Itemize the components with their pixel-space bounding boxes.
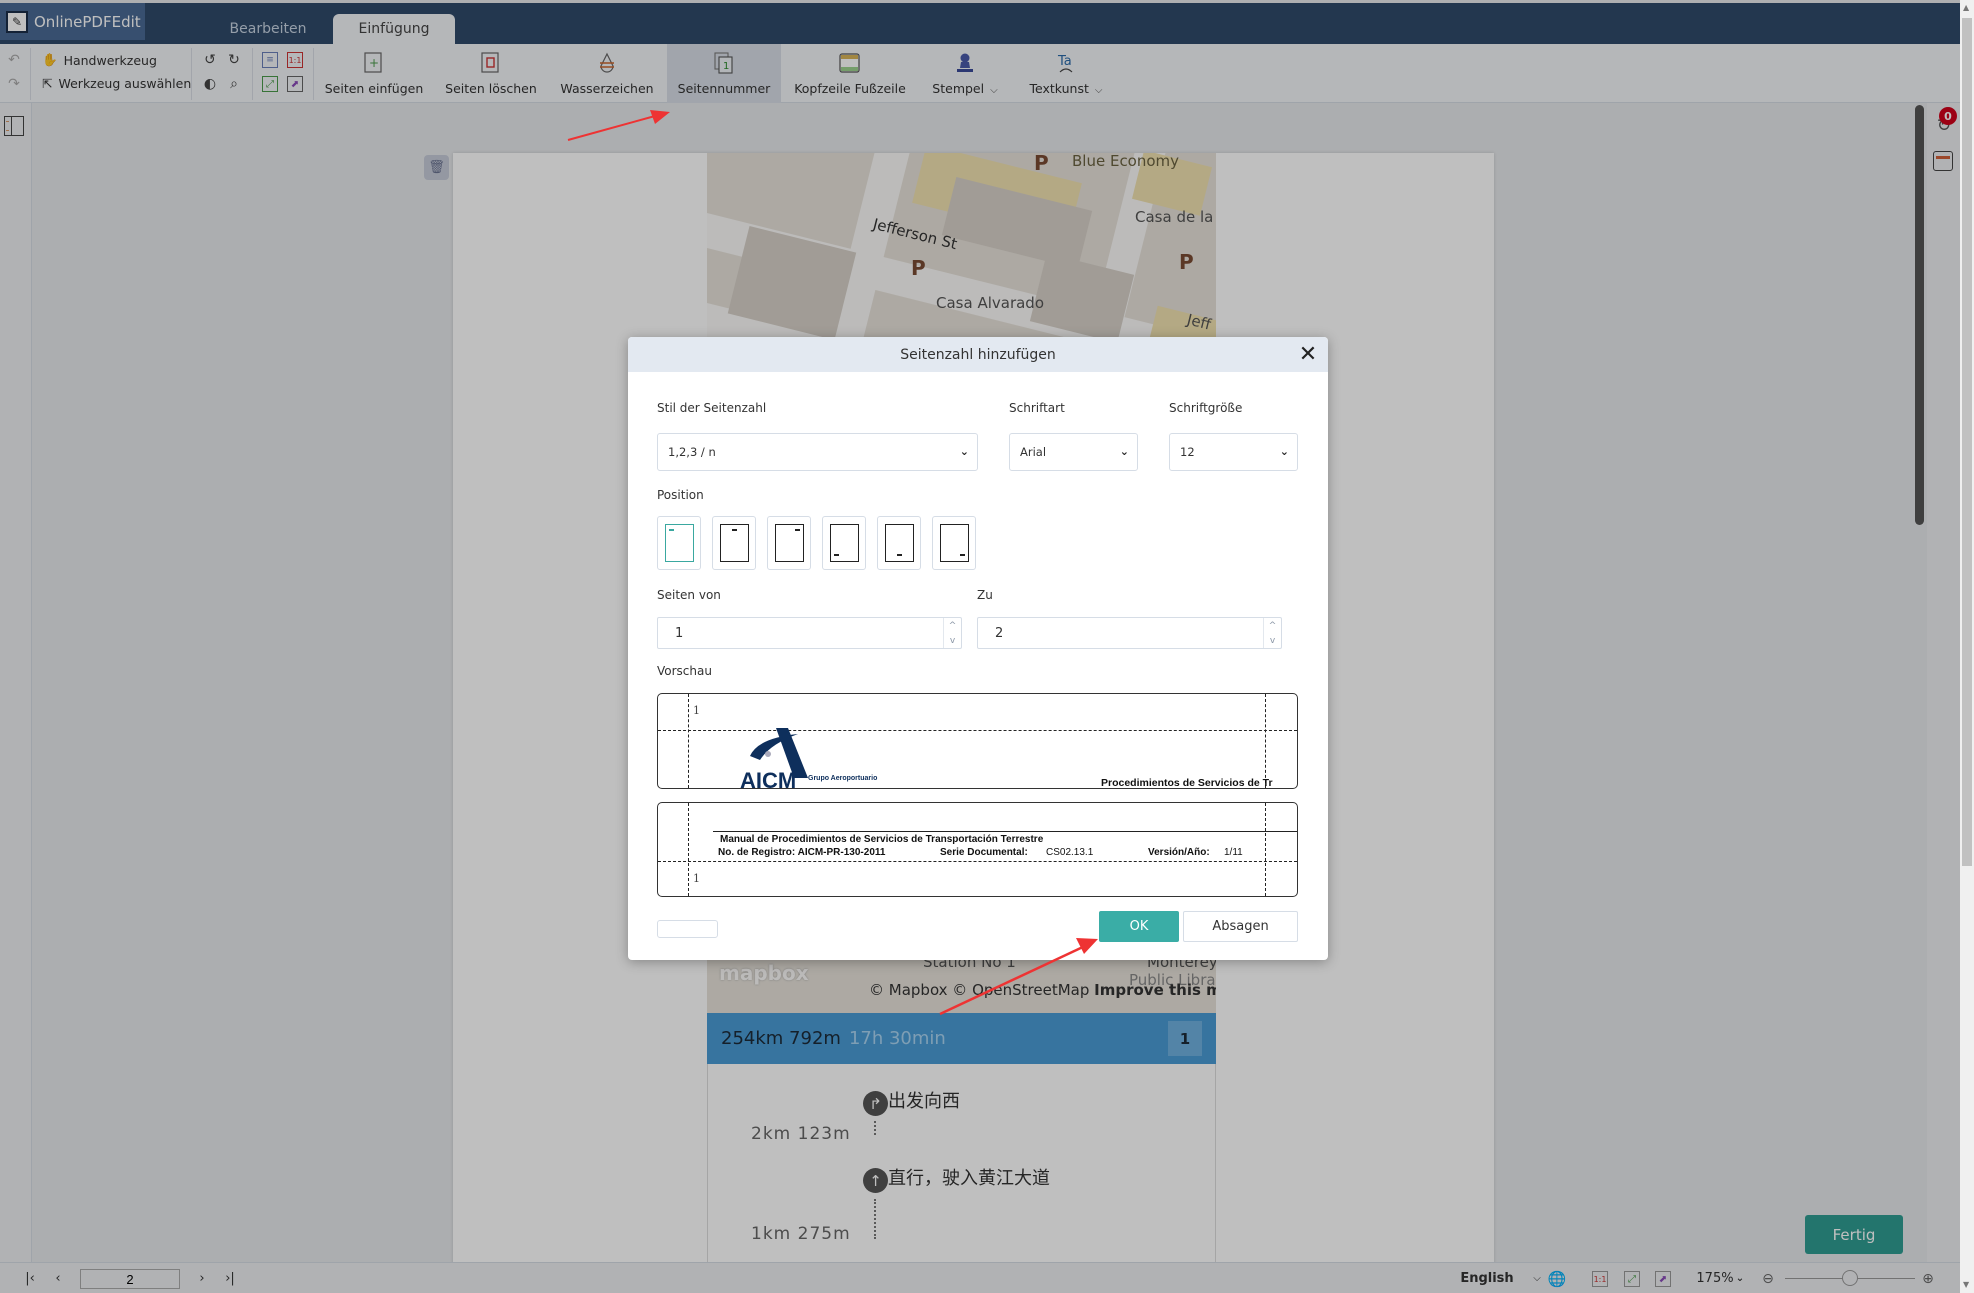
cancel-button[interactable]: Absagen [1183,911,1298,942]
close-icon[interactable]: ✕ [1296,342,1320,367]
style-label: Stil der Seitenzahl [657,401,767,415]
preview-bottom: Manual de Procedimientos de Servicios de… [657,802,1298,897]
size-label: Schriftgröße [1169,401,1243,415]
dialog-header: Seitenzahl hinzufügen ✕ [628,337,1328,372]
spin-down-icon[interactable]: v [950,636,955,646]
spin-down-icon[interactable]: v [1270,636,1275,646]
preview-top: 1 AICM Grupo Aeroportuario Procedimiento… [657,693,1298,789]
preview-heading: Procedimientos de Servicios de Tr [1101,777,1273,789]
preview-manual-title: Manual de Procedimientos de Servicios de… [720,834,1044,845]
page-bottom-right-icon [940,524,969,562]
font-label: Schriftart [1009,401,1065,415]
page-top-right-icon [775,524,804,562]
blank-field[interactable] [657,920,718,938]
chevron-down-icon: ⌄ [959,445,969,458]
to-value: 2 [995,625,1004,641]
from-label: Seiten von [657,588,721,602]
dialog-title: Seitenzahl hinzufügen [900,346,1056,363]
page-top-center-icon [720,524,749,562]
from-spinner[interactable]: ^ v [943,618,961,648]
size-value: 12 [1180,445,1195,459]
preview-page-number: 1 [693,704,700,717]
page-bottom-center-icon [885,524,914,562]
font-size-select[interactable]: 12 ⌄ [1169,433,1298,471]
position-top-left[interactable] [657,516,701,570]
font-value: Arial [1020,445,1047,459]
pages-to-input[interactable]: 2 ^ v [977,617,1282,649]
style-value: 1,2,3 / n [668,445,716,459]
browser-scrollbar[interactable]: ▲ ▼ [1960,0,1974,1293]
scroll-up-icon[interactable]: ▲ [1963,3,1969,12]
position-top-center[interactable] [712,516,756,570]
position-bottom-center[interactable] [877,516,921,570]
position-bottom-right[interactable] [932,516,976,570]
preview-version-label: Versión/Año: [1148,847,1210,858]
from-value: 1 [675,625,684,641]
preview-version-value: 1/11 [1224,847,1243,858]
pages-from-input[interactable]: 1 ^ v [657,617,962,649]
preview-label: Vorschau [657,664,712,678]
svg-text:Grupo Aeroportuario: Grupo Aeroportuario [808,775,877,782]
preview-page-number: 1 [693,872,700,885]
to-label: Zu [977,588,993,602]
position-bottom-left[interactable] [822,516,866,570]
browser-scrollbar-thumb[interactable] [1962,18,1972,866]
chevron-down-icon: ⌄ [1279,445,1289,458]
position-label: Position [657,488,704,502]
page-number-style-select[interactable]: 1,2,3 / n ⌄ [657,433,978,471]
preview-serie-label: Serie Documental: [940,847,1028,858]
svg-text:AICM: AICM [740,768,796,788]
page-top-left-icon [665,524,694,562]
aicm-logo: AICM Grupo Aeroportuario [740,728,877,788]
font-select[interactable]: Arial ⌄ [1009,433,1138,471]
add-page-number-dialog: Seitenzahl hinzufügen ✕ Stil der Seitenz… [628,337,1328,960]
scroll-down-icon[interactable]: ▼ [1963,1280,1969,1289]
ok-button[interactable]: OK [1099,911,1179,942]
to-spinner[interactable]: ^ v [1263,618,1281,648]
preview-serie-value: CS02.13.1 [1046,847,1094,858]
preview-registry: No. de Registro: AICM-PR-130-2011 [718,847,886,858]
spin-up-icon[interactable]: ^ [1269,621,1277,631]
app-window: ✎ OnlinePDFEdit Bearbeiten Einfügung ↶ ↷… [0,0,1960,1293]
spin-up-icon[interactable]: ^ [949,621,957,631]
chevron-down-icon: ⌄ [1119,445,1129,458]
page-bottom-left-icon [830,524,859,562]
position-top-right[interactable] [767,516,811,570]
